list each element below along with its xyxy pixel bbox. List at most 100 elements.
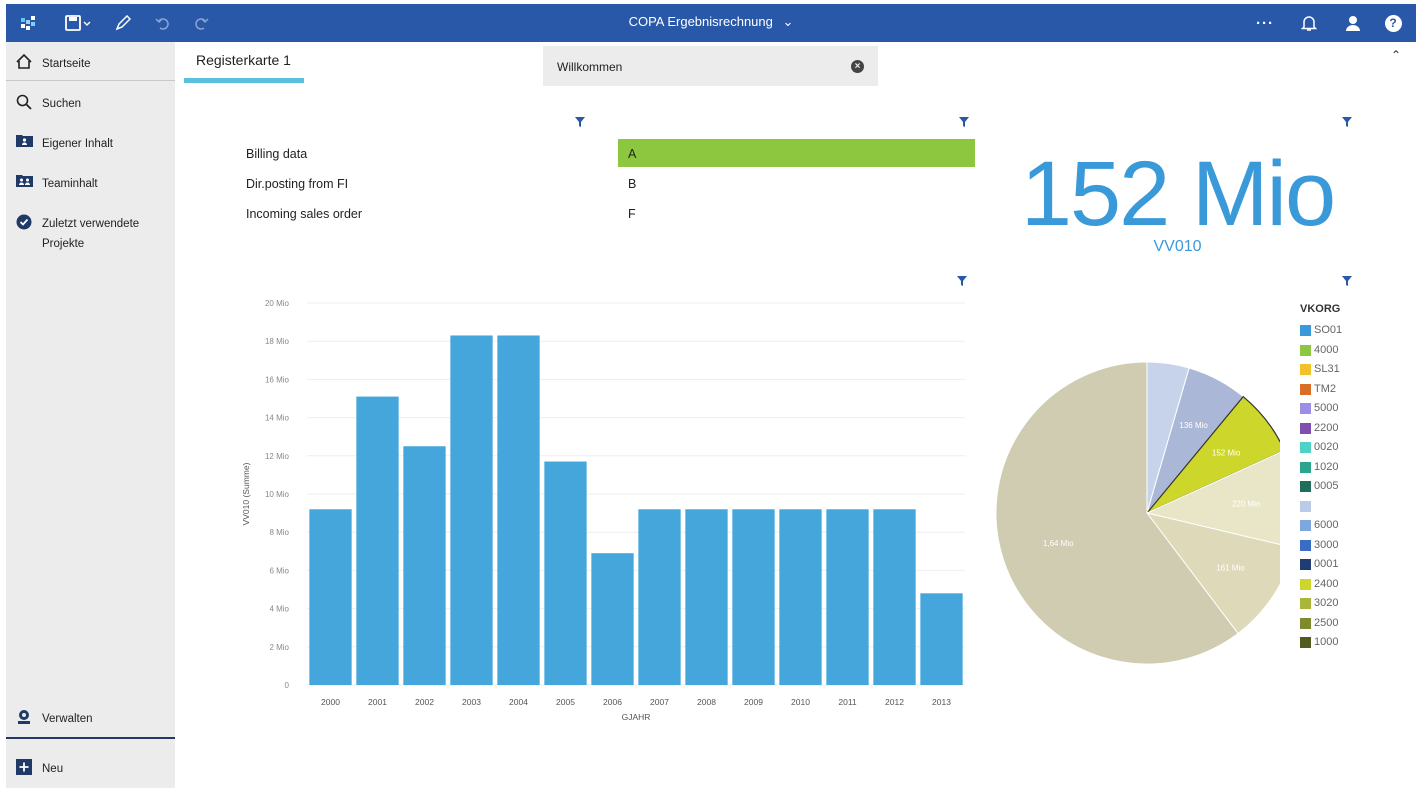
filter-icon[interactable] [575,117,585,127]
y-tick-label: 4 Mio [269,605,289,614]
row-value: B [628,177,637,191]
more-icon[interactable]: ··· [1252,12,1278,34]
legend-label: 1000 [1314,636,1339,648]
divider [6,80,175,81]
sidebar-item-recent[interactable]: Zuletzt verwendete Projekte [6,202,175,252]
legend-swatch [1300,325,1311,336]
bar-2000 [309,509,352,685]
legend-swatch [1300,617,1311,629]
kpi-label: VV010 [1153,238,1202,255]
pie-slice-label: 220 Mio [1232,499,1261,508]
sidebar-item-label: Teaminhalt [42,178,98,190]
filter-icon[interactable] [1342,117,1352,127]
close-icon[interactable]: × [851,60,864,73]
row-highlight [618,139,975,167]
x-tick-label: 2009 [744,697,763,707]
pie-slice-label: 161 Mio [1216,563,1245,572]
x-tick-label: 2002 [415,697,434,707]
legend-label: 3020 [1314,597,1339,609]
legend-swatch [1300,403,1311,414]
app-header: COPA Ergebnisrechnung ⌄ ··· ? [6,4,1416,42]
bar-2013 [920,593,963,685]
search-icon [6,82,42,110]
sidebar-item-team-content[interactable]: Teaminhalt [6,162,175,200]
legend-swatch [1300,344,1311,356]
y-axis-label: VV010 (Summe) [241,462,251,525]
team-content-icon [6,162,42,187]
bar-2001 [356,396,399,685]
legend-label: 0005 [1314,480,1339,492]
legend-label: 2200 [1314,421,1339,434]
help-icon[interactable]: ? [1382,12,1404,34]
bar-2005 [544,461,587,685]
row-value: F [628,207,636,221]
filter-icon[interactable] [959,117,969,127]
legend-label: SO01 [1314,324,1343,336]
legend-swatch [1300,637,1311,648]
sidebar-item-home[interactable]: Startseite [6,42,175,80]
legend-label: 5000 [1314,402,1339,414]
legend-swatch [1300,539,1311,551]
legend-swatch [1300,520,1311,531]
tab-willkommen[interactable]: Willkommen × [543,46,878,86]
y-tick-label: 16 Mio [265,375,290,384]
x-tick-label: 2007 [650,697,669,707]
y-tick-label: 20 Mio [265,299,290,308]
kpi-value: 152 Mio [1020,143,1336,245]
y-tick-label: 8 Mio [269,528,289,537]
row-name: Dir.posting from FI [246,177,349,191]
sidebar-item-manage[interactable]: Verwalten [6,697,175,735]
bar-2009 [732,509,775,685]
legend-label: 2400 [1314,577,1339,590]
y-tick-label: 0 [285,681,290,690]
list-row[interactable]: Dir.posting from FI B [246,169,976,197]
sidebar-item-label: Eigener Inhalt [42,138,113,150]
legend-label: 1020 [1314,460,1339,473]
x-tick-label: 2001 [368,697,387,707]
bar-chart: 0 2 Mio 4 Mio 6 Mio 8 Mio 10 Mio 12 Mio 14 Mio 1… [241,299,965,722]
legend-swatch [1300,598,1311,609]
bar-2007 [638,509,681,685]
legend-label: 4000 [1314,343,1339,356]
sidebar-item-my-content[interactable]: Eigener Inhalt [6,122,175,160]
bar-2012 [873,509,916,685]
x-tick-label: 2006 [603,697,622,707]
sidebar: Startseite Suchen Eigener Inhalt Teaminh… [6,42,175,788]
tab-bar: Registerkarte 1 Willkommen × [175,42,1419,86]
manage-icon [6,697,42,725]
bar-2004 [497,335,540,685]
active-tab-indicator [184,78,304,83]
y-tick-label: 12 Mio [265,452,290,461]
x-tick-label: 2000 [321,697,340,707]
sidebar-item-label: Suchen [42,98,82,110]
x-tick-label: 2008 [697,697,716,707]
y-tick-label: 2 Mio [269,643,289,652]
bar-2008 [685,509,728,685]
list-row[interactable]: Billing data A [246,139,976,167]
x-axis-label: GJAHR [622,712,651,722]
x-tick-label: 2011 [838,697,857,707]
sidebar-item-label: Startseite [42,58,91,70]
sidebar-item-new[interactable]: Neu [6,747,175,785]
legend-label: SL31 [1314,363,1340,375]
legend-swatch [1300,383,1311,395]
x-tick-label: 2012 [885,697,904,707]
chevron-down-icon[interactable]: ⌄ [783,14,794,29]
sidebar-item-label: Zuletzt verwendete Projekte [42,218,140,250]
bell-icon[interactable] [1298,12,1320,34]
chevron-up-icon[interactable]: ⌃ [1391,48,1401,62]
legend-swatch [1300,422,1311,434]
bar-2003 [450,335,493,685]
help-icon-label: ? [1384,14,1402,32]
report-title[interactable]: COPA Ergebnisrechnung ⌄ [6,14,1416,30]
recent-icon [6,202,42,230]
sidebar-item-search[interactable]: Suchen [6,82,175,120]
pie-chart: 136 Mio 152 Mio 220 Mio 161 Mio 1,64 Mio [995,361,1280,665]
legend-swatch [1300,461,1311,473]
x-tick-label: 2005 [556,697,575,707]
report-title-label[interactable]: COPA Ergebnisrechnung [629,14,773,29]
filter-icon[interactable] [1342,276,1352,286]
list-row[interactable]: Incoming sales order F [246,199,976,227]
user-icon[interactable] [1342,12,1364,34]
divider [6,737,175,739]
